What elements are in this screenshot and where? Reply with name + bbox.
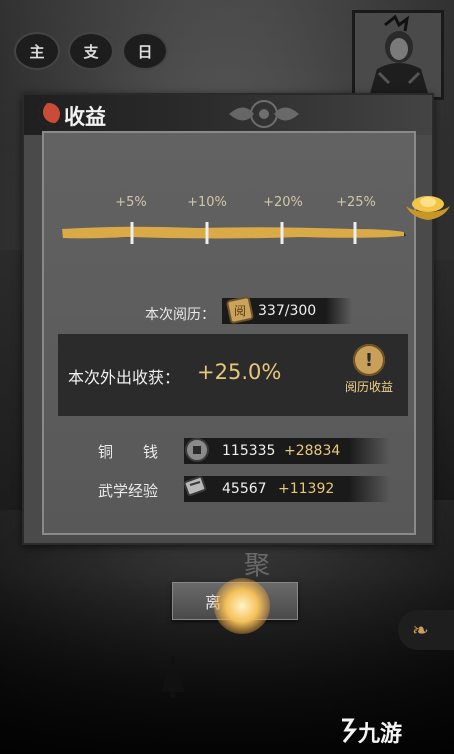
coin-icon <box>185 438 209 462</box>
experience-tablet-icon: 阅 <box>226 296 254 324</box>
gold-ingot-icon <box>406 196 450 220</box>
copper-bonus: +28834 <box>284 443 341 459</box>
progress-bar-fill <box>62 226 404 239</box>
exclamation-icon: ! <box>353 344 385 376</box>
watermark-text: 九游 <box>358 722 403 747</box>
side-menu-button[interactable]: ❧ <box>398 610 454 650</box>
gain-value: +25.0% <box>197 360 282 384</box>
milestone-label-20: +20% <box>263 195 303 210</box>
copper-value: 115335 <box>222 443 276 459</box>
ornament-icon <box>229 100 299 128</box>
martial-exp-value: 45567 <box>222 481 267 497</box>
milestone-label-5: +5% <box>115 195 147 210</box>
top-tag-bar: 主 支 日 <box>14 32 168 70</box>
leaf-icon: ❧ <box>412 618 429 642</box>
tag-daily[interactable]: 日 <box>122 32 168 70</box>
experience-value: 337/300 <box>258 303 317 319</box>
copper-label: 铜 钱 <box>98 443 159 461</box>
character-portrait[interactable] <box>352 10 444 100</box>
scroll-icon <box>183 475 207 497</box>
panel-body <box>42 131 416 535</box>
tap-hint-glow-icon <box>214 578 270 634</box>
tag-main[interactable]: 主 <box>14 32 60 70</box>
crescent-icon <box>38 103 60 125</box>
martial-exp-label: 武学经验 <box>98 482 159 500</box>
faint-character: 聚 <box>244 551 271 581</box>
experience-earnings-button[interactable]: ! 阅历收益 <box>338 340 400 406</box>
bell-icon[interactable] <box>160 656 186 698</box>
milestone-label-10: +10% <box>187 195 227 210</box>
panel-header: 收益 <box>24 95 432 135</box>
gain-label: 本次外出收获： <box>68 368 181 387</box>
warrior-portrait-icon <box>355 13 441 97</box>
watermark-logo-icon <box>342 718 358 743</box>
experience-progress-bar <box>62 222 406 244</box>
svg-text:阅: 阅 <box>234 304 246 318</box>
experience-earnings-label: 阅历收益 <box>344 380 393 394</box>
experience-label: 本次阅历： <box>145 307 215 323</box>
milestone-label-25: +25% <box>336 195 376 210</box>
panel-title: 收益 <box>64 105 106 129</box>
tag-branch[interactable]: 支 <box>68 32 114 70</box>
martial-exp-bonus: +11392 <box>278 481 335 497</box>
